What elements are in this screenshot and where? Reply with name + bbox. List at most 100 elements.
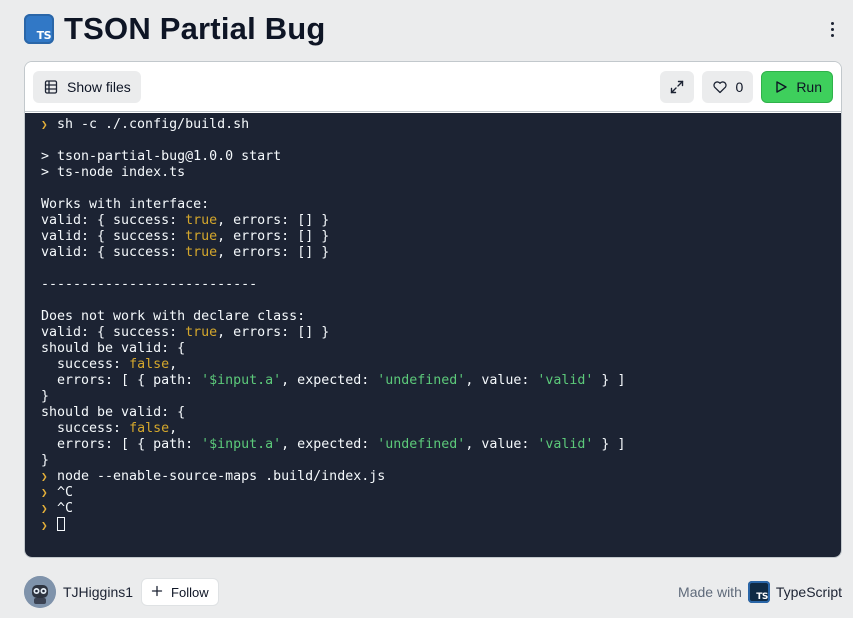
console-line: } [41, 453, 825, 469]
console-line: errors: [ { path: '$input.a', expected: … [41, 373, 825, 389]
expand-button[interactable] [659, 70, 694, 103]
repl-header: TS TSON Partial Bug [24, 11, 842, 46]
run-button[interactable]: Run [761, 70, 833, 103]
console-text: , errors: [] } [217, 229, 330, 244]
console-line: success: false, [41, 357, 825, 373]
console-line: should be valid: { [41, 341, 825, 357]
page-title: TSON Partial Bug [64, 11, 326, 46]
console-text: '$input.a' [201, 437, 282, 452]
play-icon [774, 80, 788, 94]
console-prompt-line: ❯ ^C [41, 485, 825, 501]
console-text: true [185, 229, 218, 244]
console-text: > tson-partial-bug@1.0.0 start [41, 149, 282, 164]
console-text: should be valid: { [41, 405, 186, 420]
console-text: , expected: [281, 373, 378, 388]
console-line: --------------------------- [41, 277, 825, 293]
console-text: } ] [593, 373, 626, 388]
prompt-icon: ❯ [41, 519, 48, 532]
console-output[interactable]: ❯ sh -c ./.config/build.sh > tson-partial-… [25, 113, 841, 557]
avatar[interactable] [24, 576, 56, 608]
console-line: should be valid: { [41, 405, 825, 421]
console-text: , [169, 421, 178, 436]
follow-label: Follow [171, 584, 209, 600]
console-text: should be valid: { [41, 341, 186, 356]
console-line: > ts-node index.ts [41, 165, 825, 181]
console-text: --------------------------- [41, 277, 258, 292]
prompt-icon: ❯ [41, 118, 48, 131]
terminal-cursor [57, 517, 65, 531]
console-line: errors: [ { path: '$input.a', expected: … [41, 437, 825, 453]
console-prompt-line: ❯ [41, 517, 825, 533]
run-label: Run [796, 78, 822, 95]
console-text: sh -c ./.config/build.sh [57, 117, 250, 132]
console-text: } [41, 453, 50, 468]
kebab-icon[interactable] [822, 15, 842, 43]
prompt-icon: ❯ [41, 470, 48, 483]
console-text: Does not work with declare class: [41, 309, 306, 324]
console-text: , errors: [] } [217, 325, 330, 340]
follow-button[interactable]: Follow [141, 578, 219, 606]
console-text: , expected: [281, 437, 378, 452]
console-text: , value: [465, 437, 538, 452]
console-text: valid: { success: [41, 245, 186, 260]
console-text: valid: { success: [41, 213, 186, 228]
console-text: false [129, 421, 170, 436]
typescript-logo-icon: TS [24, 14, 54, 44]
console-line: success: false, [41, 421, 825, 437]
username-link[interactable]: TJHiggins1 [63, 584, 133, 600]
plus-icon [151, 585, 163, 600]
console-text: , value: [465, 373, 538, 388]
console-line: } [41, 389, 825, 405]
console-text: success: [41, 357, 130, 372]
console-text: valid: { success: [41, 229, 186, 244]
show-files-button[interactable]: Show files [33, 70, 141, 103]
console-text: ^C [57, 501, 74, 516]
console-text: valid: { success: [41, 325, 186, 340]
console-text: } ] [593, 437, 626, 452]
console-text: > ts-node index.ts [41, 165, 186, 180]
console-text: , errors: [] } [217, 245, 330, 260]
console-text: errors: [ { path: [41, 373, 202, 388]
made-with-badge[interactable]: Made with TS TypeScript [678, 581, 842, 603]
files-icon [43, 79, 59, 95]
like-button[interactable]: 0 [701, 70, 754, 103]
console-text: success: [41, 421, 130, 436]
console-line: valid: { success: true, errors: [] } [41, 245, 825, 261]
console-text: true [185, 245, 218, 260]
console-line: valid: { success: true, errors: [] } [41, 229, 825, 245]
typescript-logo-icon: TS [747, 581, 770, 603]
expand-icon [669, 79, 685, 95]
console-text: , errors: [] } [217, 213, 330, 228]
console-text: true [185, 213, 218, 228]
prompt-icon: ❯ [41, 502, 48, 515]
footer: TJHiggins1 Follow Made with TS TypeScrip… [24, 576, 842, 608]
console-text: , [169, 357, 178, 372]
console-prompt-line: ❯ ^C [41, 501, 825, 517]
console-text: 'undefined' [377, 373, 466, 388]
console-text: '$input.a' [201, 373, 282, 388]
console-line: > tson-partial-bug@1.0.0 start [41, 149, 825, 165]
heart-icon [712, 79, 728, 95]
console-text: errors: [ { path: [41, 437, 202, 452]
repl-card: Show files 0 Run ❯ sh -c ./.config/build… [24, 61, 842, 558]
console-text: node --enable-source-maps .build/index.j… [57, 469, 386, 484]
console-text: ^C [57, 485, 74, 500]
console-text: 'valid' [537, 373, 594, 388]
console-line: valid: { success: true, errors: [] } [41, 213, 825, 229]
console-text: 'valid' [537, 437, 594, 452]
console-line: Works with interface: [41, 197, 825, 213]
toolbar: Show files 0 Run [25, 62, 841, 112]
console-text: 'undefined' [377, 437, 466, 452]
console-text: } [41, 389, 50, 404]
console-text: true [185, 325, 218, 340]
made-with-label: Made with [678, 584, 742, 600]
show-files-label: Show files [67, 78, 131, 95]
console-prompt-line: ❯ sh -c ./.config/build.sh [41, 117, 825, 133]
language-name: TypeScript [775, 584, 842, 600]
console-text: Works with interface: [41, 197, 210, 212]
console-text: false [129, 357, 170, 372]
